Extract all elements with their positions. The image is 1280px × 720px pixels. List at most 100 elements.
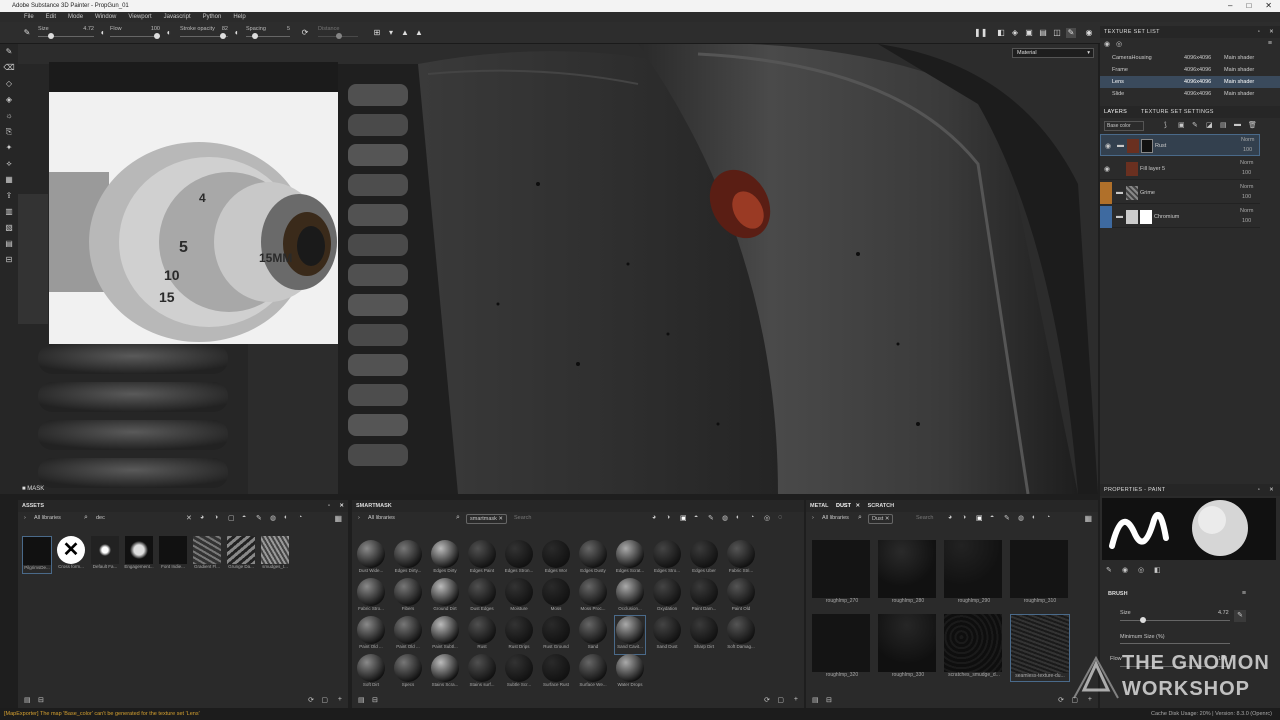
- maximize-icon[interactable]: □: [1246, 0, 1251, 12]
- smartmask-item[interactable]: Edges Wor: [541, 540, 571, 578]
- filter-material-icon[interactable]: ◕: [948, 514, 952, 521]
- grid-view-icon[interactable]: ▦: [334, 514, 342, 523]
- smartmask-item[interactable]: Surface We...: [578, 654, 608, 692]
- library-icon[interactable]: ▤: [24, 696, 31, 704]
- polygon-fill-icon[interactable]: ◈: [0, 92, 18, 108]
- screenshot-icon[interactable]: ◫: [1052, 28, 1062, 38]
- filter-brush-icon[interactable]: ✎: [1004, 514, 1010, 522]
- view-mode-icon[interactable]: ▣: [1024, 28, 1034, 38]
- distance-slider[interactable]: Distance: [318, 26, 358, 40]
- projection-tool-icon[interactable]: ◇: [0, 76, 18, 92]
- import-icon[interactable]: ⊟: [372, 696, 378, 704]
- lazy-mouse-icon[interactable]: ⟳: [300, 28, 310, 38]
- tab-scratch[interactable]: SCRATCH: [868, 503, 894, 509]
- texture-item[interactable]: roughImp_280: [878, 540, 938, 608]
- path-tool-icon[interactable]: ⟡: [0, 156, 18, 172]
- mask-toggle[interactable]: ■ MASK: [18, 484, 1098, 494]
- flow-pressure-icon[interactable]: ◐: [164, 28, 174, 38]
- spacing-slider[interactable]: Spacing 5: [246, 26, 290, 40]
- camera-icon[interactable]: ◧: [996, 28, 1006, 38]
- smartmask-item[interactable]: Sand Dust: [652, 616, 682, 654]
- filter-filter-icon[interactable]: ◓: [242, 514, 246, 521]
- new-window-icon[interactable]: ▢: [321, 696, 328, 704]
- chevron-right-icon[interactable]: ›: [24, 515, 26, 521]
- texture-set-row-selected[interactable]: Lens 4096x4096 Main shader: [1100, 76, 1280, 88]
- eye-icon[interactable]: ◉: [1105, 142, 1111, 150]
- warning-icon[interactable]: ▲: [400, 28, 410, 38]
- asset-item[interactable]: ✕ Cross form...: [56, 536, 86, 574]
- render-icon[interactable]: ◉: [1084, 28, 1094, 38]
- filter-brush-icon[interactable]: ✎: [256, 514, 262, 522]
- pen-pressure-icon[interactable]: ◐: [98, 28, 108, 38]
- menu-help[interactable]: Help: [233, 12, 245, 22]
- paint-mode-icon[interactable]: ✎: [1066, 28, 1076, 38]
- history-icon[interactable]: ⊟: [0, 252, 18, 268]
- tab-layers[interactable]: LAYERS: [1104, 109, 1127, 115]
- texture-item[interactable]: roughImp_320: [812, 614, 872, 682]
- symmetry-settings-icon[interactable]: ▾: [386, 28, 396, 38]
- maximize-panel-icon[interactable]: ▫: [328, 500, 330, 512]
- close-icon[interactable]: ✕: [1265, 0, 1272, 12]
- smartmask-item[interactable]: Paint Old ...: [393, 616, 423, 654]
- asset-item[interactable]: Gradient Fl...: [192, 536, 222, 574]
- smartmask-item[interactable]: Edges Dirty: [430, 540, 460, 578]
- smartmask-item[interactable]: Edges Dirty...: [393, 540, 423, 578]
- filter-particle-icon[interactable]: ◔: [750, 514, 754, 521]
- filter-material-icon[interactable]: ◕: [200, 514, 204, 521]
- smartmask-item[interactable]: Edges Dusty: [578, 540, 608, 578]
- physics-icon[interactable]: ▲: [414, 28, 424, 38]
- clear-search-icon[interactable]: ✕: [186, 514, 192, 522]
- maximize-panel-icon[interactable]: ▫: [1258, 484, 1260, 496]
- texture-set-row[interactable]: Slide 4096x4096 Main shader: [1100, 88, 1280, 100]
- smartmask-item[interactable]: Fibers: [393, 578, 423, 616]
- close-panel-icon[interactable]: ✕: [1269, 26, 1274, 38]
- filter-texture-icon[interactable]: ▣: [680, 514, 687, 522]
- log-icon[interactable]: ▤: [0, 236, 18, 252]
- chevron-right-icon[interactable]: ›: [358, 515, 360, 521]
- close-panel-icon[interactable]: ✕: [339, 500, 344, 512]
- refresh-icon[interactable]: ⟳: [764, 696, 770, 704]
- color-picker-icon[interactable]: ✦: [0, 140, 18, 156]
- refresh-icon[interactable]: ⟳: [308, 696, 314, 704]
- smartmask-item[interactable]: Rust Drips: [504, 616, 534, 654]
- viewport-mode-select[interactable]: Material ▾: [1012, 48, 1094, 58]
- alpha-tab-icon[interactable]: ◎: [1138, 566, 1144, 574]
- menu-mode[interactable]: Mode: [68, 12, 83, 22]
- close-panel-icon[interactable]: ✕: [1269, 484, 1274, 496]
- menu-edit[interactable]: Edit: [46, 12, 56, 22]
- filter-filter-icon[interactable]: ◓: [694, 514, 698, 521]
- filter-environment-icon[interactable]: ◍: [1018, 514, 1024, 522]
- smartmask-item[interactable]: Sand: [578, 616, 608, 654]
- smartmask-item[interactable]: Fabric Stro...: [356, 578, 386, 616]
- filter-anchor-icon[interactable]: ◌: [778, 514, 782, 521]
- maximize-panel-icon[interactable]: ▫: [1258, 26, 1260, 38]
- flow-slider[interactable]: Flow 100: [110, 26, 160, 40]
- mask-checkbox[interactable]: ■: [22, 486, 26, 492]
- menu-icon[interactable]: ≡: [1242, 590, 1246, 597]
- smartmask-item[interactable]: Edges Paint: [467, 540, 497, 578]
- filter-environment-icon[interactable]: ◍: [722, 514, 728, 522]
- filter-material-icon[interactable]: ◕: [652, 514, 656, 521]
- filter-alpha-icon[interactable]: ◐: [284, 514, 288, 521]
- smartmask-item[interactable]: Edges Uber: [689, 540, 719, 578]
- smudge-tool-icon[interactable]: ☼: [0, 108, 18, 124]
- folder-icon[interactable]: ▬: [1234, 121, 1241, 128]
- filter-texture-icon[interactable]: ▢: [228, 514, 235, 522]
- bake-icon[interactable]: ▦: [0, 172, 18, 188]
- smartmask-item[interactable]: Moss Proc...: [578, 578, 608, 616]
- close-tab-icon[interactable]: ✕: [855, 503, 860, 509]
- tab-dust[interactable]: DUST: [836, 503, 851, 509]
- asset-item[interactable]: Font Indie...: [158, 536, 188, 574]
- filter-particle-icon[interactable]: ◔: [298, 514, 302, 521]
- tab-metal[interactable]: METAL: [810, 503, 828, 509]
- filter-texture-icon[interactable]: ▣: [976, 514, 983, 522]
- add-effect-icon[interactable]: ⟆: [1164, 121, 1167, 129]
- add-icon[interactable]: +: [338, 696, 342, 703]
- texture-item[interactable]: seamless-texture-du...: [1010, 614, 1070, 682]
- stencil-tab-icon[interactable]: ◧: [1154, 566, 1161, 574]
- texture-item[interactable]: roughImp_330: [878, 614, 938, 682]
- smartmask-item[interactable]: Sharp Dirt: [689, 616, 719, 654]
- texture-set-row[interactable]: Frame 4096x4096 Main shader: [1100, 64, 1280, 76]
- brush-icon[interactable]: ✎: [22, 28, 32, 38]
- filter-smart-material-icon[interactable]: ◑: [666, 514, 670, 521]
